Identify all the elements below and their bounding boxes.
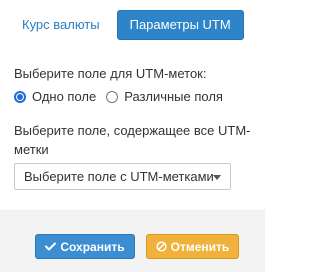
ban-icon	[156, 241, 167, 252]
save-button[interactable]: Сохранить	[35, 234, 135, 259]
radio-multiple-fields-circle[interactable]	[106, 90, 119, 103]
radio-multiple-fields-label: Различные поля	[124, 89, 223, 104]
radio-multiple-fields[interactable]: Различные поля	[106, 89, 223, 104]
form-footer: Сохранить Отменить	[0, 210, 265, 272]
utm-settings-panel: Курс валюты Параметры UTM Выберите поле …	[0, 0, 265, 272]
cancel-button-label: Отменить	[170, 239, 230, 254]
cancel-button[interactable]: Отменить	[146, 234, 239, 259]
field-mode-radio-group: Одно поле Различные поля	[14, 89, 233, 104]
utm-field-select-value: Выберите поле с UTM-метками	[24, 169, 214, 184]
radio-single-field-circle[interactable]	[14, 90, 26, 103]
chevron-down-icon	[213, 175, 221, 180]
tab-currency-rate[interactable]: Курс валюты	[10, 10, 112, 40]
tab-bar: Курс валюты Параметры UTM	[10, 10, 244, 40]
tab-utm-params[interactable]: Параметры UTM	[116, 10, 244, 40]
field-select-label: Выберите поле, содержащее все UTM-метки	[14, 123, 251, 157]
check-icon	[45, 242, 57, 251]
utm-field-select[interactable]: Выберите поле с UTM-метками	[14, 163, 231, 190]
radio-single-field[interactable]: Одно поле	[14, 89, 96, 104]
radio-single-field-label: Одно поле	[32, 89, 97, 104]
field-mode-label: Выберите поле для UTM-меток:	[14, 66, 207, 81]
save-button-label: Сохранить	[60, 239, 125, 254]
